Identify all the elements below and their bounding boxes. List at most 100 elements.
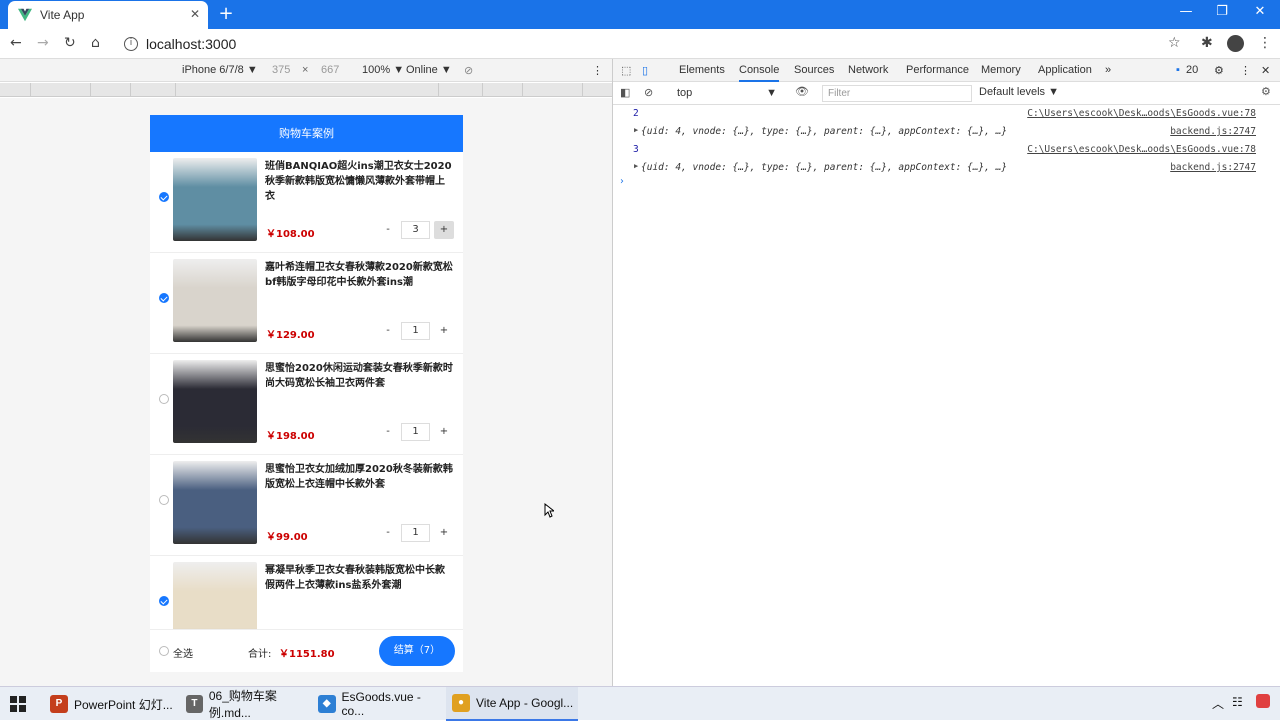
- increment-button[interactable]: +: [434, 221, 454, 239]
- decrement-button[interactable]: -: [378, 524, 398, 542]
- menu-icon[interactable]: ⋮: [1258, 35, 1272, 51]
- select-all-checkbox[interactable]: [159, 646, 169, 656]
- increment-button[interactable]: +: [434, 322, 454, 340]
- forward-icon[interactable]: →: [37, 35, 49, 51]
- quantity-stepper: -1 +: [376, 322, 462, 340]
- device-select[interactable]: iPhone 6/7/8 ▼: [182, 64, 258, 76]
- console-prompt[interactable]: ›: [619, 176, 625, 187]
- taskbar-item[interactable]: ● Vite App - Googl...: [446, 687, 578, 721]
- goods-price: ￥99.00: [266, 532, 308, 543]
- decrement-button[interactable]: -: [378, 221, 398, 239]
- increment-button[interactable]: +: [434, 423, 454, 441]
- more-tabs-icon[interactable]: »: [1105, 64, 1111, 76]
- windows-taskbar: P PowerPoint 幻灯... T 06_购物车案例.md... ◆ EsGoods…: [0, 686, 1280, 721]
- taskbar-item[interactable]: ◆ EsGoods.vue - co...: [312, 687, 444, 721]
- back-icon[interactable]: ←: [10, 35, 22, 51]
- clear-console-icon[interactable]: ⊘: [644, 86, 653, 99]
- tray-chevron-icon[interactable]: ︿: [1212, 695, 1224, 712]
- quantity-value[interactable]: 3: [401, 221, 430, 239]
- quantity-value[interactable]: 1: [401, 524, 430, 542]
- quantity-stepper: -1 +: [376, 524, 462, 542]
- total-amount: ￥1151.80: [279, 649, 335, 660]
- device-width[interactable]: 375: [272, 64, 290, 76]
- console-source-link[interactable]: backend.js:2747: [1170, 126, 1256, 137]
- network-select[interactable]: Online ▼: [406, 64, 452, 76]
- sidebar-toggle-icon[interactable]: ◧: [620, 86, 630, 99]
- devtools-close-icon[interactable]: ✕: [1261, 64, 1270, 77]
- settings-gear-icon[interactable]: ⚙: [1214, 64, 1224, 77]
- goods-title: 思蜜怡卫衣女加绒加厚2020秋冬装新款韩版宽松上衣连帽中长款外套: [265, 464, 453, 490]
- site-info-icon[interactable]: i: [124, 37, 138, 51]
- taskbar-item[interactable]: P PowerPoint 幻灯...: [44, 687, 176, 721]
- tab-elements[interactable]: Elements: [679, 64, 725, 76]
- tab-application[interactable]: Application: [1038, 64, 1092, 76]
- goods-price: ￥129.00: [266, 330, 315, 341]
- zoom-select[interactable]: 100% ▼: [362, 64, 404, 76]
- taskbar-app-icon: ●: [452, 694, 470, 712]
- console-object[interactable]: {uid: 4, vnode: {…}, type: {…}, parent: …: [641, 126, 1007, 137]
- tab-console[interactable]: Console: [739, 64, 780, 82]
- start-button[interactable]: [10, 687, 30, 721]
- log-levels-select[interactable]: Default levels ▼: [979, 86, 1059, 98]
- goods-checkbox[interactable]: [159, 192, 169, 202]
- increment-button[interactable]: +: [434, 524, 454, 542]
- console-source-link[interactable]: backend.js:2747: [1170, 162, 1256, 173]
- goods-thumbnail: [173, 259, 257, 342]
- tab-title: Vite App: [40, 8, 85, 22]
- tab-network[interactable]: Network: [848, 64, 888, 76]
- select-all-label[interactable]: 全选: [173, 645, 193, 660]
- goods-checkbox[interactable]: [159, 495, 169, 505]
- rotate-icon[interactable]: ⊘: [464, 64, 473, 77]
- mouse-cursor-icon: [544, 503, 554, 518]
- close-window-button[interactable]: ✕: [1250, 4, 1270, 19]
- inspect-element-icon[interactable]: ⬚: [621, 64, 631, 77]
- context-select[interactable]: top ▼: [671, 85, 783, 102]
- checkout-button[interactable]: 结算（7）: [379, 636, 455, 666]
- phone-viewport: 购物车案例 班俏BANQIAO超火ins潮卫衣女士2020秋季新款韩版宽松慵懒风…: [150, 115, 463, 672]
- issues-count[interactable]: 20: [1186, 64, 1198, 76]
- console-source-link[interactable]: C:\Users\escook\Desk…oods\EsGoods.vue:78: [1027, 108, 1256, 119]
- console-source-link[interactable]: C:\Users\escook\Desk…oods\EsGoods.vue:78: [1027, 144, 1256, 155]
- goods-checkbox[interactable]: [159, 394, 169, 404]
- device-height[interactable]: 667: [321, 64, 339, 76]
- tab-close-icon[interactable]: ✕: [190, 7, 200, 21]
- issues-icon[interactable]: ▪: [1176, 64, 1180, 76]
- tab-sources[interactable]: Sources: [794, 64, 834, 76]
- tray-network-icon[interactable]: ☷: [1232, 695, 1243, 709]
- console-settings-gear-icon[interactable]: ⚙: [1261, 85, 1271, 98]
- minimize-button[interactable]: —: [1176, 4, 1196, 19]
- expand-arrow-icon[interactable]: ▶: [634, 126, 638, 134]
- home-icon[interactable]: ⌂: [91, 35, 100, 51]
- device-toggle-icon[interactable]: ▯: [642, 64, 648, 77]
- reload-icon[interactable]: ↻: [64, 35, 76, 51]
- goods-checkbox[interactable]: [159, 596, 169, 606]
- profile-avatar[interactable]: [1227, 35, 1244, 52]
- extensions-icon[interactable]: ✱: [1201, 35, 1213, 51]
- devtools-menu-icon[interactable]: ⋮: [1240, 64, 1251, 77]
- console-filter-input[interactable]: Filter: [822, 85, 972, 102]
- decrement-button[interactable]: -: [378, 423, 398, 441]
- quantity-value[interactable]: 1: [401, 322, 430, 340]
- taskbar-item-label: PowerPoint 幻灯...: [74, 697, 173, 712]
- bookmark-star-icon[interactable]: ☆: [1168, 35, 1181, 51]
- app-header: 购物车案例: [150, 115, 463, 152]
- expand-arrow-icon[interactable]: ▶: [634, 162, 638, 170]
- decrement-button[interactable]: -: [378, 322, 398, 340]
- console-line: 2 C:\Users\escook\Desk…oods\EsGoods.vue:7…: [613, 105, 1280, 122]
- tab-performance[interactable]: Performance: [906, 64, 969, 76]
- goods-item: 嘉叶希连帽卫衣女春秋薄款2020新款宽松bf韩版字母印花中长款外套ins潮 ￥12…: [150, 253, 463, 354]
- goods-title: 班俏BANQIAO超火ins潮卫衣女士2020秋季新款韩版宽松慵懒风薄款外套带帽…: [265, 161, 452, 202]
- taskbar-item[interactable]: T 06_购物车案例.md...: [180, 687, 312, 721]
- quantity-value[interactable]: 1: [401, 423, 430, 441]
- omnibox[interactable]: i localhost:3000: [116, 32, 1196, 56]
- maximize-button[interactable]: ❐: [1212, 4, 1232, 19]
- tray-app-icon[interactable]: [1256, 694, 1270, 708]
- console-object[interactable]: {uid: 4, vnode: {…}, type: {…}, parent: …: [641, 162, 1007, 173]
- goods-item: 思蜜怡2020休闲运动套装女春秋季新款时尚大码宽松长袖卫衣两件套 ￥198.00 -…: [150, 354, 463, 455]
- tab-memory[interactable]: Memory: [981, 64, 1021, 76]
- device-more-icon[interactable]: ⋮: [592, 64, 603, 77]
- browser-tab[interactable]: Vite App ✕: [8, 1, 208, 29]
- goods-checkbox[interactable]: [159, 293, 169, 303]
- new-tab-button[interactable]: +: [218, 3, 234, 24]
- live-expression-eye-icon[interactable]: 👁: [795, 85, 809, 98]
